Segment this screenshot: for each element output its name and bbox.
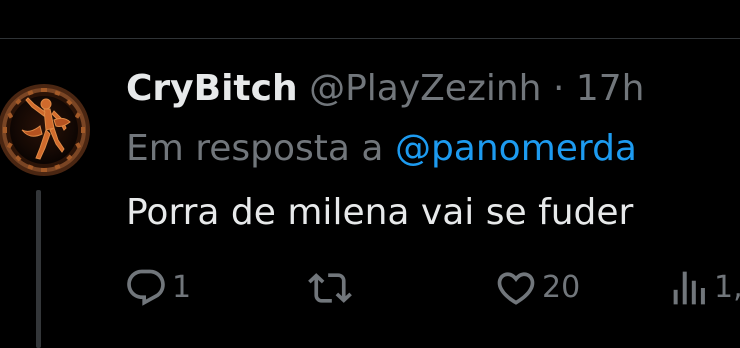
like-count: 20 bbox=[542, 270, 581, 305]
separator-dot: · bbox=[552, 68, 565, 109]
tweet-header: CryBitch @PlayZezinh · 17h bbox=[126, 64, 644, 114]
display-name[interactable]: CryBitch bbox=[126, 68, 298, 109]
views-count: 1, bbox=[714, 270, 740, 305]
thread-line bbox=[36, 190, 41, 348]
retweet-button[interactable] bbox=[308, 266, 356, 310]
tweet-text: Porra de milena vai se fuder bbox=[126, 192, 634, 233]
top-divider bbox=[0, 38, 740, 39]
views-button[interactable]: 1, bbox=[670, 266, 740, 310]
reply-count: 1 bbox=[172, 270, 192, 305]
heart-icon bbox=[497, 272, 535, 305]
timestamp[interactable]: 17h bbox=[576, 68, 645, 109]
user-handle[interactable]: @PlayZezinh bbox=[309, 68, 541, 109]
reply-button[interactable]: 1 bbox=[124, 266, 191, 310]
reply-mention-link[interactable]: @panomerda bbox=[395, 128, 637, 169]
reply-icon bbox=[127, 269, 165, 306]
retweet-icon bbox=[308, 273, 352, 303]
views-icon bbox=[673, 271, 705, 305]
avatar[interactable] bbox=[0, 68, 92, 198]
reply-context: Em resposta a @panomerda bbox=[126, 124, 637, 174]
like-button[interactable]: 20 bbox=[494, 266, 580, 310]
reply-prefix: Em resposta a bbox=[126, 128, 384, 169]
